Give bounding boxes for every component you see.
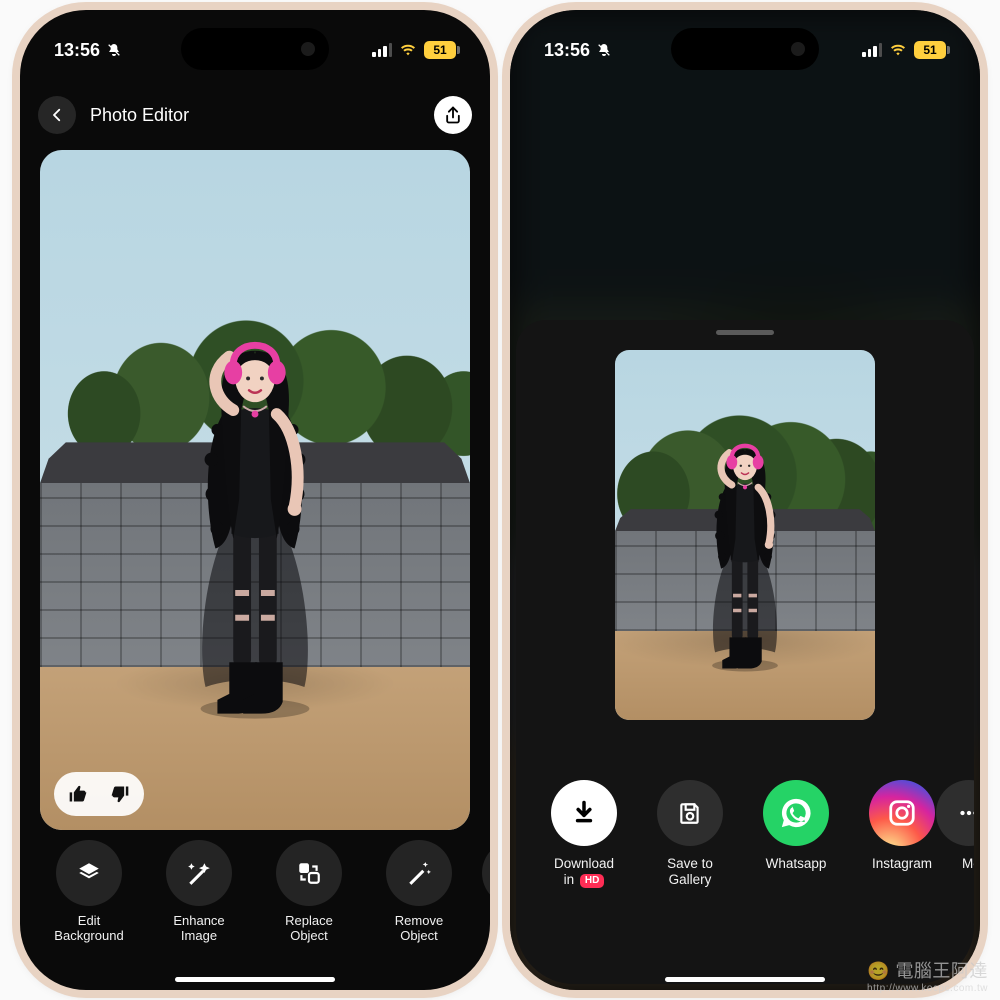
whatsapp-icon <box>763 780 829 846</box>
share-whatsapp[interactable]: Whatsapp <box>754 780 838 930</box>
sparkle-icon <box>166 840 232 906</box>
editor-topbar: Photo Editor <box>20 88 490 142</box>
back-button[interactable] <box>38 96 76 134</box>
swap-icon <box>276 840 342 906</box>
image-canvas[interactable] <box>40 150 470 830</box>
instagram-icon <box>869 780 935 846</box>
watermark: 😊 電腦王阿達 http://www.kocpc.com.tw <box>867 957 988 994</box>
tool-replace-object[interactable]: ReplaceObject <box>264 840 354 960</box>
cellular-icon <box>372 43 392 57</box>
tool-strip[interactable]: EditBackground EnhanceImage ReplaceObjec… <box>20 840 490 960</box>
share-label: Save toGallery <box>667 856 713 888</box>
silent-icon <box>106 42 122 58</box>
cellular-icon <box>862 43 882 57</box>
expand-icon <box>482 840 490 906</box>
share-download-hd[interactable]: Downloadin HD <box>542 780 626 930</box>
status-time: 13:56 <box>544 40 590 61</box>
page-title: Photo Editor <box>90 105 420 126</box>
share-save-gallery[interactable]: Save toGallery <box>648 780 732 930</box>
status-time: 13:56 <box>54 40 100 61</box>
thumbs-up-button[interactable] <box>58 776 98 812</box>
dynamic-island <box>671 28 819 70</box>
tool-edit-background[interactable]: EditBackground <box>44 840 134 960</box>
tool-label: EnhanceImage <box>173 914 224 944</box>
share-more[interactable]: Mor <box>966 780 974 930</box>
silent-icon <box>596 42 612 58</box>
home-indicator[interactable] <box>665 977 825 982</box>
feedback-pills <box>54 772 144 816</box>
battery-indicator: 51 <box>914 41 946 59</box>
share-button[interactable] <box>434 96 472 134</box>
battery-indicator: 51 <box>424 41 456 59</box>
tool-enhance-image[interactable]: EnhanceImage <box>154 840 244 960</box>
phone-editor: 13:56 51 Photo Editor <box>20 10 490 990</box>
tool-label: RemoveObject <box>395 914 443 944</box>
share-options[interactable]: Downloadin HD Save toGallery Whatsapp In… <box>516 780 974 930</box>
share-label: Instagram <box>872 856 932 888</box>
edited-image <box>40 150 470 830</box>
share-label: Mor <box>962 856 974 888</box>
save-icon <box>657 780 723 846</box>
phone-share: 13:56 51 Downloadin HD <box>510 10 980 990</box>
wifi-icon <box>398 42 418 58</box>
tool-label: ReplaceObject <box>285 914 333 944</box>
home-indicator[interactable] <box>175 977 335 982</box>
layers-icon <box>56 840 122 906</box>
tool-label: EditBackground <box>54 914 123 944</box>
sheet-grabber[interactable] <box>716 330 774 335</box>
share-preview[interactable] <box>615 350 875 720</box>
share-sheet: Downloadin HD Save toGallery Whatsapp In… <box>516 320 974 984</box>
share-label: Downloadin HD <box>554 856 614 888</box>
thumbs-down-button[interactable] <box>100 776 140 812</box>
download-icon <box>551 780 617 846</box>
tool-image-extend[interactable]: ImagExtenc <box>484 840 490 960</box>
tool-remove-object[interactable]: RemoveObject <box>374 840 464 960</box>
dynamic-island <box>181 28 329 70</box>
share-label: Whatsapp <box>766 856 827 888</box>
share-instagram[interactable]: Instagram <box>860 780 944 930</box>
wifi-icon <box>888 42 908 58</box>
wand-icon <box>386 840 452 906</box>
